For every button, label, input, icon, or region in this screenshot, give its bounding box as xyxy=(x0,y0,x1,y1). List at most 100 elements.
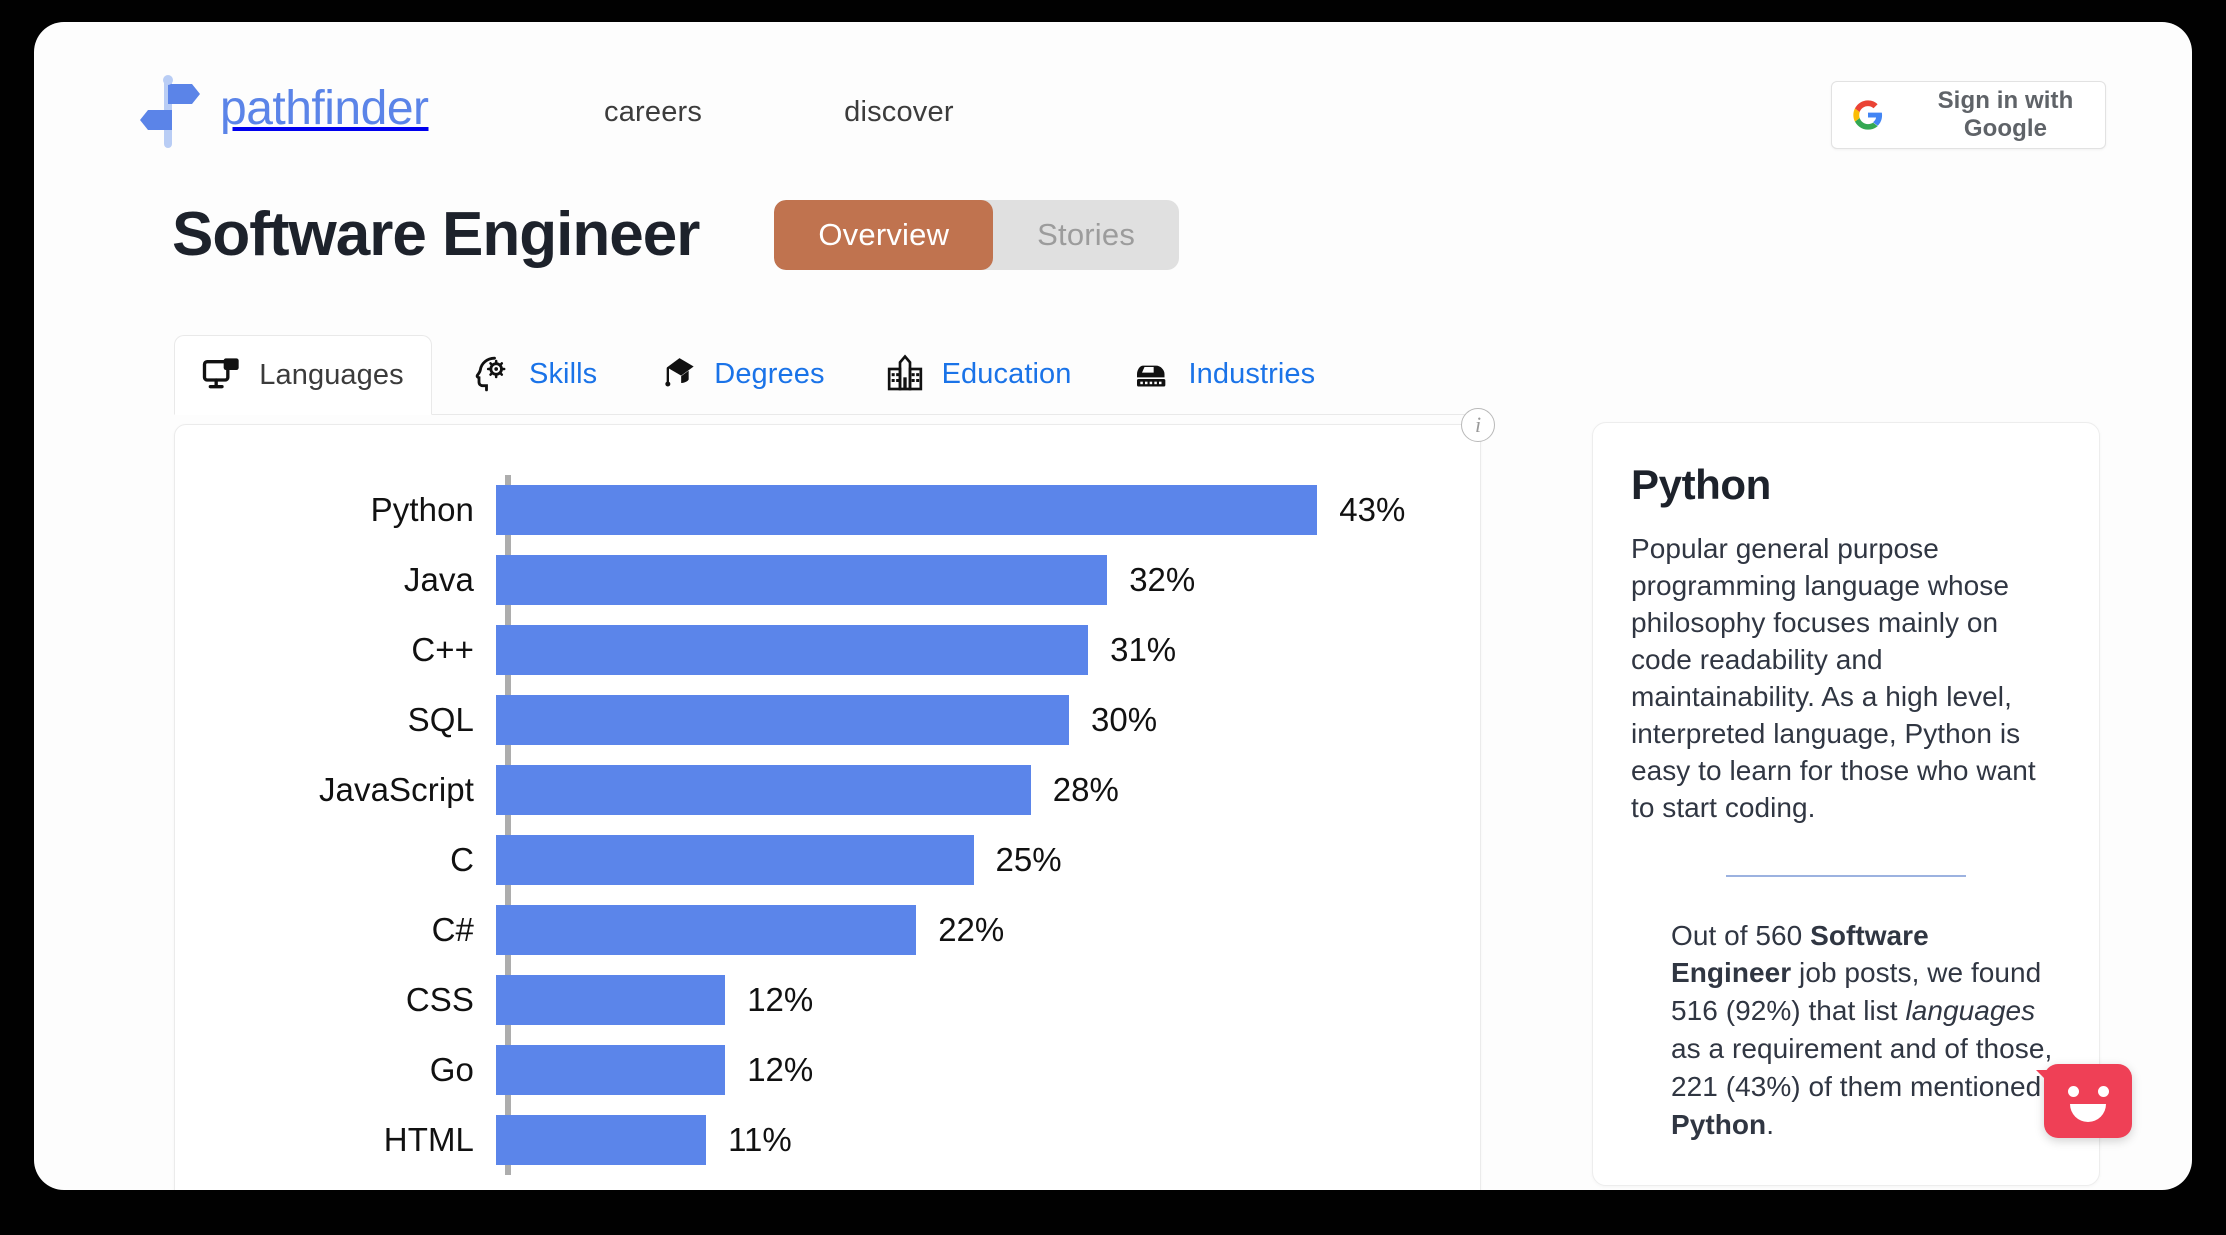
bar-fill[interactable] xyxy=(496,555,1108,605)
bar-fill[interactable] xyxy=(496,835,974,885)
school-building-icon xyxy=(887,354,922,391)
tab-industries-label: Industries xyxy=(1188,357,1316,390)
toggle-stories[interactable]: Stories xyxy=(993,200,1179,270)
chat-mouth xyxy=(2070,1104,2106,1122)
bar-category-label: C# xyxy=(431,911,474,948)
chart-bar-row[interactable]: JavaScript 28% xyxy=(175,755,1480,825)
bar-category-label: JavaScript xyxy=(318,771,474,808)
google-g-icon xyxy=(1853,100,1883,130)
tab-languages-label: Languages xyxy=(259,358,404,391)
languages-bar-chart: Python 43% Java 32% C++ 31% SQL 30% JavaScript 28… xyxy=(175,455,1480,1190)
detail-title: Python xyxy=(1631,461,1771,508)
detail-description: Popular general purpose programming lang… xyxy=(1631,533,2036,823)
graduation-cap-icon xyxy=(665,358,694,387)
bar-fill[interactable] xyxy=(496,975,726,1025)
bar-track: 11% xyxy=(496,1115,1480,1165)
tab-languages[interactable]: Languages xyxy=(174,335,432,415)
facet-tab-bar: Languages Skills Degrees Education Indus… xyxy=(174,335,1484,415)
stat-item: Python xyxy=(1671,1108,1767,1140)
chart-bar-row[interactable]: Go 12% xyxy=(175,1035,1480,1105)
chart-card: Python 43% Java 32% C++ 31% SQL 30% JavaScript 28… xyxy=(174,424,1481,1190)
chart-bar-row[interactable]: C# 22% xyxy=(175,895,1480,965)
main-nav: careers discover xyxy=(604,96,954,129)
bar-fill[interactable] xyxy=(496,905,917,955)
chart-bar-row[interactable]: Java 32% xyxy=(175,545,1480,615)
bar-fill[interactable] xyxy=(496,695,1069,745)
stat-suffix: . xyxy=(1766,1108,1775,1140)
app-header: pathfinder careers discover Sign in with… xyxy=(34,22,2192,172)
title-row: Software Engineer Overview Stories xyxy=(172,200,1180,270)
bar-track: 22% xyxy=(496,905,1480,955)
bar-value-label: 32% xyxy=(1129,561,1196,598)
monitor-code-icon xyxy=(203,358,239,389)
tab-skills-label: Skills xyxy=(529,357,598,390)
chat-eye-right xyxy=(2098,1086,2109,1097)
bar-category-label: Python xyxy=(370,491,474,528)
chart-bar-row[interactable]: Python 43% xyxy=(175,475,1480,545)
chart-bar-row[interactable]: SQL 30% xyxy=(175,685,1480,755)
bar-track: 30% xyxy=(496,695,1480,745)
bar-value-label: 28% xyxy=(1052,771,1119,808)
bar-value-label: 12% xyxy=(747,981,814,1018)
tab-education[interactable]: Education xyxy=(855,334,1102,414)
bar-value-label: 25% xyxy=(995,841,1062,878)
stat-mid-2: as a requirement and of those, 221 (43%)… xyxy=(1671,1033,2053,1102)
bar-category-label: Go xyxy=(429,1051,474,1088)
brand-logo-link[interactable]: pathfinder xyxy=(136,70,429,148)
bar-category-label: Java xyxy=(403,561,474,598)
bar-track: 43% xyxy=(496,485,1480,535)
chart-bar-row[interactable]: HTML 11% xyxy=(175,1105,1480,1175)
sign-in-with-google-button[interactable]: Sign in with Google xyxy=(1831,81,2106,149)
detail-divider xyxy=(1726,874,1966,877)
bar-track: 32% xyxy=(496,555,1480,605)
page-title: Software Engineer xyxy=(172,200,700,269)
screen-frame: pathfinder careers discover Sign in with… xyxy=(0,0,2226,1235)
tab-degrees[interactable]: Degrees xyxy=(627,334,854,414)
bar-value-label: 12% xyxy=(747,1051,814,1088)
bar-value-label: 22% xyxy=(938,911,1005,948)
head-gear-icon xyxy=(475,356,506,392)
bar-fill[interactable] xyxy=(496,765,1031,815)
toggle-overview[interactable]: Overview xyxy=(774,200,994,270)
brand-name: pathfinder xyxy=(220,82,429,135)
info-icon[interactable]: i xyxy=(1461,408,1495,442)
bar-value-label: 30% xyxy=(1091,701,1158,738)
chart-bar-row[interactable]: CSS 12% xyxy=(175,965,1480,1035)
chart-bar-rows: Python 43% Java 32% C++ 31% SQL 30% JavaScript 28… xyxy=(175,475,1480,1175)
chat-smiley-icon[interactable] xyxy=(2036,1064,2132,1138)
bar-fill[interactable] xyxy=(496,1045,726,1095)
nav-item-careers[interactable]: careers xyxy=(604,96,702,129)
bar-category-label: HTML xyxy=(383,1121,474,1158)
tab-degrees-label: Degrees xyxy=(714,357,825,390)
chat-eye-left xyxy=(2068,1086,2079,1097)
bar-value-label: 43% xyxy=(1339,491,1406,528)
bar-track: 12% xyxy=(496,975,1480,1025)
stat-facet: languages xyxy=(1905,995,2036,1027)
bar-track: 25% xyxy=(496,835,1480,885)
bar-fill[interactable] xyxy=(496,1115,707,1165)
bar-category-label: C xyxy=(450,841,474,878)
chart-bar-row[interactable]: C++ 31% xyxy=(175,615,1480,685)
view-toggle: Overview Stories xyxy=(774,200,1180,270)
stat-prefix: Out of 560 xyxy=(1671,919,1811,951)
sign-in-label: Sign in with Google xyxy=(1937,87,2074,142)
detail-info-card: Python Popular general purpose programmi… xyxy=(1592,422,2100,1187)
detail-stat: Out of 560 Software Engineer job posts, … xyxy=(1631,917,2061,1144)
bar-category-label: C++ xyxy=(411,631,474,668)
tab-industries[interactable]: Industries xyxy=(1102,334,1346,414)
bar-track: 31% xyxy=(496,625,1480,675)
bar-category-label: CSS xyxy=(405,981,474,1018)
bar-track: 12% xyxy=(496,1045,1480,1095)
tab-skills[interactable]: Skills xyxy=(442,334,627,414)
signpost-icon xyxy=(140,75,200,148)
bar-category-label: SQL xyxy=(407,701,474,738)
bar-track: 28% xyxy=(496,765,1480,815)
bar-value-label: 11% xyxy=(728,1121,792,1158)
tab-education-label: Education xyxy=(941,357,1072,390)
chart-bar-row[interactable]: C 25% xyxy=(175,825,1480,895)
bar-fill[interactable] xyxy=(496,625,1089,675)
bar-fill[interactable] xyxy=(496,485,1318,535)
app-page: pathfinder careers discover Sign in with… xyxy=(34,22,2192,1190)
nav-item-discover[interactable]: discover xyxy=(844,96,954,129)
factory-icon xyxy=(1136,365,1165,387)
